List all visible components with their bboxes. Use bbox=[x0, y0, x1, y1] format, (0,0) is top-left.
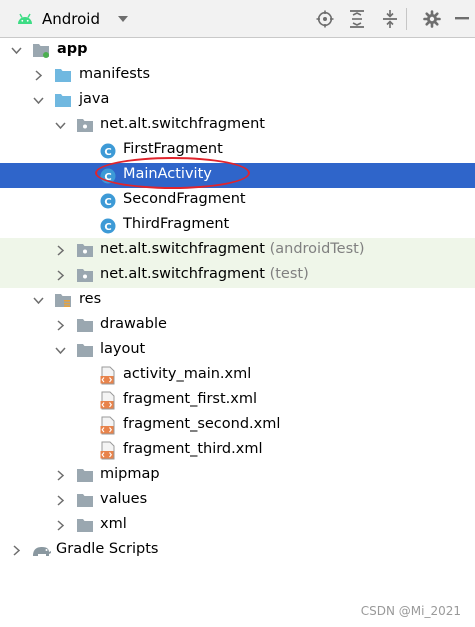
tree-label-fragment-second-xml: fragment_second.xml bbox=[123, 416, 281, 432]
chevron-down-icon[interactable] bbox=[11, 45, 22, 56]
source-set-suffix: (test) bbox=[269, 266, 309, 282]
tree-label-package-test: net.alt.switchfragment (test) bbox=[100, 266, 309, 282]
tree-label-values: values bbox=[100, 491, 148, 507]
tree-label-drawable: drawable bbox=[100, 316, 167, 332]
chevron-down-icon[interactable] bbox=[55, 345, 66, 356]
tree-label-fragment-first-xml: fragment_first.xml bbox=[123, 391, 258, 407]
class-icon: C bbox=[100, 143, 116, 159]
package-icon bbox=[77, 269, 93, 282]
tree-node-second-fragment[interactable]: C SecondFragment bbox=[0, 188, 475, 213]
tree-node-gradle-scripts[interactable]: Gradle Scripts bbox=[0, 538, 475, 563]
tree-node-package-android-test[interactable]: net.alt.switchfragment (androidTest) bbox=[0, 238, 475, 263]
tree-node-main-activity[interactable]: C MainActivity bbox=[0, 163, 475, 188]
chevron-right-icon[interactable] bbox=[55, 520, 66, 531]
folder-icon bbox=[55, 94, 71, 107]
tree-label-package-main: net.alt.switchfragment bbox=[100, 116, 265, 132]
tree-node-fragment-first-xml[interactable]: fragment_first.xml bbox=[0, 388, 475, 413]
tree-node-fragment-second-xml[interactable]: fragment_second.xml bbox=[0, 413, 475, 438]
view-selector-label[interactable]: Android bbox=[42, 10, 100, 28]
layout-file-icon bbox=[100, 416, 115, 435]
tree-node-mipmap[interactable]: mipmap bbox=[0, 463, 475, 488]
chevron-right-icon[interactable] bbox=[55, 245, 66, 256]
chevron-right-icon[interactable] bbox=[55, 270, 66, 281]
tree-node-activity-main-xml[interactable]: activity_main.xml bbox=[0, 363, 475, 388]
tree-label-second-fragment: SecondFragment bbox=[123, 191, 246, 207]
svg-text:C: C bbox=[104, 147, 111, 158]
collapse-all-icon[interactable] bbox=[382, 10, 398, 28]
expand-all-icon[interactable] bbox=[349, 10, 365, 28]
gradle-elephant-icon bbox=[33, 547, 51, 556]
tree-node-drawable[interactable]: drawable bbox=[0, 313, 475, 338]
layout-file-icon bbox=[100, 366, 115, 385]
tree-label-java: java bbox=[79, 91, 110, 107]
tree-label-xml: xml bbox=[100, 516, 127, 532]
folder-icon bbox=[77, 519, 93, 532]
package-icon bbox=[77, 119, 93, 132]
tree-label-fragment-third-xml: fragment_third.xml bbox=[123, 441, 263, 457]
android-icon bbox=[18, 13, 32, 24]
layout-file-icon bbox=[100, 391, 115, 410]
tree-node-manifests[interactable]: manifests bbox=[0, 63, 475, 88]
chevron-down-icon[interactable] bbox=[33, 95, 44, 106]
source-set-suffix: (androidTest) bbox=[269, 241, 365, 257]
class-icon: C bbox=[100, 193, 116, 209]
tree-label-manifests: manifests bbox=[79, 66, 151, 82]
minimize-icon[interactable] bbox=[455, 17, 469, 20]
tree-node-java[interactable]: java bbox=[0, 88, 475, 113]
svg-text:C: C bbox=[104, 222, 111, 233]
tree-label-gradle-scripts: Gradle Scripts bbox=[56, 541, 159, 557]
tree-node-layout[interactable]: layout bbox=[0, 338, 475, 363]
tree-node-app[interactable]: app bbox=[0, 38, 475, 63]
chevron-right-icon[interactable] bbox=[55, 470, 66, 481]
chevron-down-icon[interactable] bbox=[118, 16, 128, 22]
project-tree: app manifests java net.alt.switchfragmen… bbox=[0, 38, 475, 563]
project-toolbar: Android bbox=[0, 0, 475, 38]
tree-node-fragment-third-xml[interactable]: fragment_third.xml bbox=[0, 438, 475, 463]
gear-icon[interactable] bbox=[423, 10, 441, 28]
toolbar-separator bbox=[406, 8, 407, 30]
folder-icon bbox=[77, 319, 93, 332]
chevron-right-icon[interactable] bbox=[33, 70, 44, 81]
tree-label-package-android-test: net.alt.switchfragment (androidTest) bbox=[100, 241, 365, 257]
tree-node-third-fragment[interactable]: C ThirdFragment bbox=[0, 213, 475, 238]
chevron-right-icon[interactable] bbox=[55, 320, 66, 331]
tree-label-layout: layout bbox=[100, 341, 146, 357]
tree-label-app: app bbox=[57, 41, 88, 57]
chevron-down-icon[interactable] bbox=[55, 120, 66, 131]
folder-icon bbox=[55, 69, 71, 82]
package-icon bbox=[77, 244, 93, 257]
chevron-down-icon[interactable] bbox=[33, 295, 44, 306]
folder-icon bbox=[77, 344, 93, 357]
module-folder-icon bbox=[33, 44, 49, 58]
tree-node-package-main[interactable]: net.alt.switchfragment bbox=[0, 113, 475, 138]
tree-label-activity-main-xml: activity_main.xml bbox=[123, 366, 252, 382]
tree-label-first-fragment: FirstFragment bbox=[123, 141, 223, 157]
tree-node-values[interactable]: values bbox=[0, 488, 475, 513]
chevron-right-icon[interactable] bbox=[55, 495, 66, 506]
tree-node-res[interactable]: res bbox=[0, 288, 475, 313]
tree-label-res: res bbox=[79, 291, 102, 307]
svg-text:C: C bbox=[104, 172, 111, 183]
tree-node-xml[interactable]: xml bbox=[0, 513, 475, 538]
tree-node-package-test[interactable]: net.alt.switchfragment (test) bbox=[0, 263, 475, 288]
tree-label-main-activity: MainActivity bbox=[123, 166, 212, 182]
class-icon: C bbox=[100, 168, 116, 184]
resources-folder-icon bbox=[55, 294, 71, 307]
chevron-right-icon[interactable] bbox=[11, 545, 22, 556]
folder-icon bbox=[77, 494, 93, 507]
tree-node-first-fragment[interactable]: C FirstFragment bbox=[0, 138, 475, 163]
locate-icon[interactable] bbox=[316, 10, 334, 28]
svg-text:C: C bbox=[104, 197, 111, 208]
watermark: CSDN @Mi_2021 bbox=[360, 604, 461, 618]
class-icon: C bbox=[100, 218, 116, 234]
tree-label-third-fragment: ThirdFragment bbox=[123, 216, 230, 232]
folder-icon bbox=[77, 469, 93, 482]
tree-label-mipmap: mipmap bbox=[100, 466, 160, 482]
layout-file-icon bbox=[100, 441, 115, 460]
